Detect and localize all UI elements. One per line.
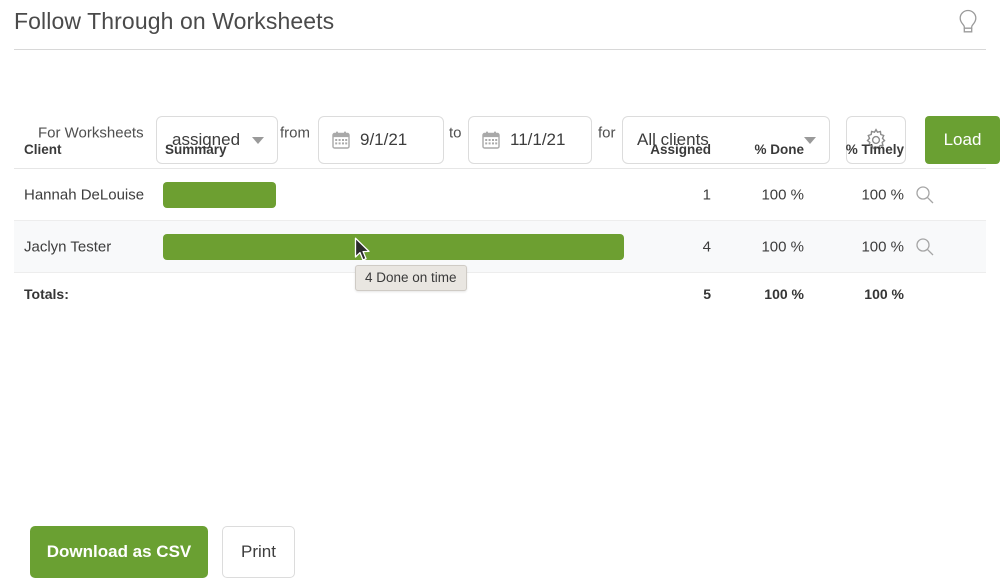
table-row[interactable]: Hannah DeLouise 1 100 % 100 % [14,169,986,221]
results-table: Client Summary Assigned % Done % Timely … [0,134,1000,315]
cell-percent-done: 100 % [761,186,804,203]
bar-tooltip: 4 Done on time [355,265,467,291]
totals-percent-done: 100 % [764,286,804,302]
totals-label: Totals: [24,286,69,302]
cell-percent-timely: 100 % [861,186,904,203]
column-header-timely: % Timely [845,142,904,157]
print-button[interactable]: Print [222,526,295,578]
column-header-summary: Summary [165,142,227,157]
row-details-button[interactable] [914,181,948,209]
cell-percent-timely: 100 % [861,238,904,255]
summary-bar-done-on-time[interactable] [163,181,276,208]
column-header-client: Client [24,142,62,157]
search-icon [916,237,934,255]
cell-assigned: 1 [702,186,711,203]
lightbulb-icon[interactable] [948,2,988,44]
table-header-row: Client Summary Assigned % Done % Timely [14,134,986,169]
page-title: Follow Through on Worksheets [14,8,335,34]
summary-bar-container [163,181,276,208]
table-row[interactable]: Jaclyn Tester 4 100 % 100 % [14,221,986,273]
summary-bar-container [163,233,624,260]
row-details-button[interactable] [914,233,948,261]
cell-client: Hannah DeLouise [24,186,145,203]
summary-bar-done-on-time[interactable] [163,233,624,260]
filter-bar: For Worksheets assigned from 9/1/21 to 1… [0,50,1000,164]
page-header: Follow Through on Worksheets [0,0,1000,50]
totals-assigned: 5 [703,286,711,302]
download-csv-button[interactable]: Download as CSV [30,526,208,578]
cell-percent-done: 100 % [761,238,804,255]
search-icon [916,185,934,203]
footer-actions: Download as CSV Print [0,526,1000,586]
totals-percent-timely: 100 % [864,286,904,302]
totals-row: Totals: 5 100 % 100 % [14,273,986,315]
column-header-assigned: Assigned [650,142,711,157]
cell-client: Jaclyn Tester [24,238,112,255]
column-header-done: % Done [754,142,804,157]
cell-assigned: 4 [702,238,711,255]
